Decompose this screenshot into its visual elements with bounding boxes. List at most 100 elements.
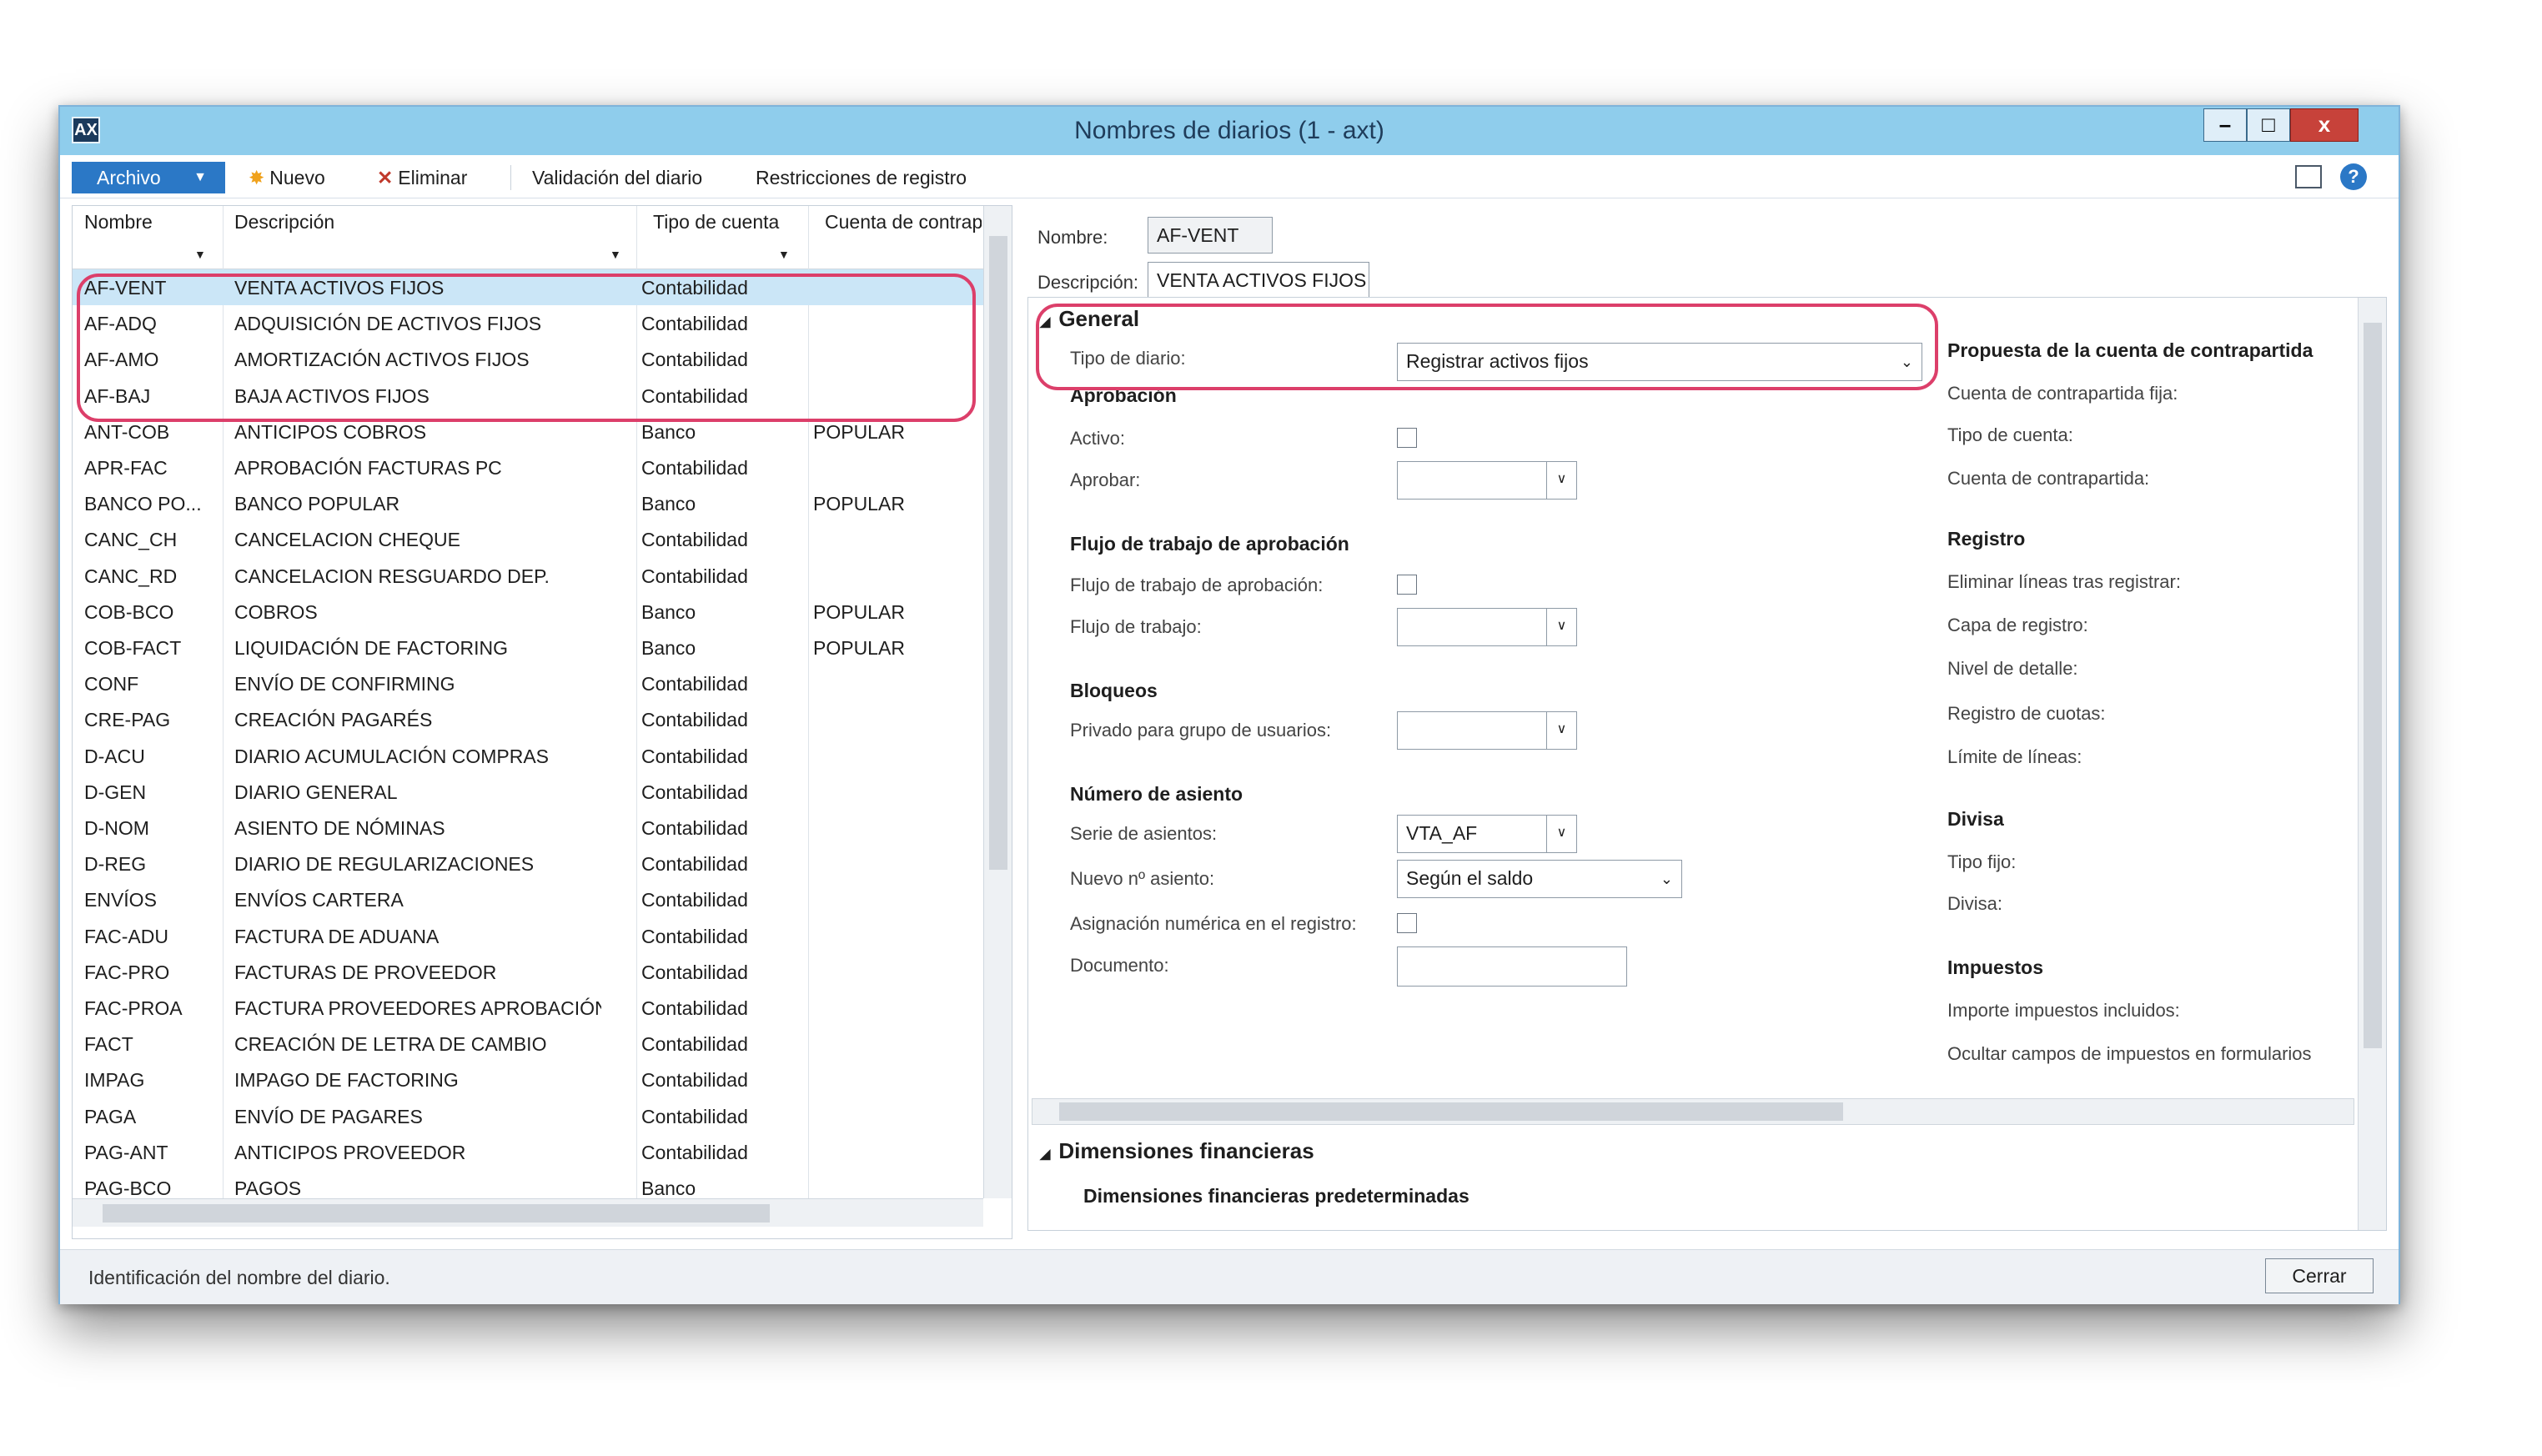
column-header-nombre[interactable]: Nombre: [84, 211, 218, 233]
column-header-cuenta-contrapartida[interactable]: Cuenta de contrapa: [825, 211, 982, 233]
cell-tipo-cuenta: Banco: [641, 637, 696, 659]
title-bar[interactable]: AX Nombres de diarios (1 - axt) – □ x: [60, 107, 2399, 155]
descripcion-field[interactable]: VENTA ACTIVOS FIJOS: [1148, 262, 1369, 299]
table-row[interactable]: CANC_CH CANCELACION CHEQUE Contabilidad: [73, 521, 983, 557]
column-header-tipo-cuenta[interactable]: Tipo de cuenta: [653, 211, 808, 233]
details-horizontal-scrollbar[interactable]: [1032, 1098, 2354, 1125]
table-row[interactable]: COB-BCO COBROS Banco POPULAR: [73, 594, 983, 630]
divisa-label: Divisa:: [1947, 893, 2003, 914]
table-row[interactable]: CONF ENVÍO DE CONFIRMING Contabilidad: [73, 665, 983, 701]
cell-tipo-cuenta: Contabilidad: [641, 781, 748, 803]
cell-tipo-cuenta: Contabilidad: [641, 889, 748, 911]
numero-asiento-group-title: Número de asiento: [1070, 783, 1243, 805]
close-window-button[interactable]: x: [2290, 108, 2359, 142]
cell-descripcion: CANCELACION CHEQUE: [234, 529, 460, 551]
flujo-trabajo-label: Flujo de trabajo:: [1070, 616, 1202, 637]
cell-descripcion: ANTICIPOS PROVEEDOR: [234, 1141, 466, 1163]
dimensiones-section-toggle[interactable]: ◢ Dimensiones financieras: [1040, 1138, 1314, 1164]
scrollbar-thumb[interactable]: [1059, 1102, 1843, 1121]
close-button[interactable]: Cerrar: [2265, 1258, 2374, 1293]
view-layout-icon[interactable]: [2295, 165, 2322, 188]
table-row[interactable]: FAC-PRO FACTURAS DE PROVEEDOR Contabilidad: [73, 954, 983, 990]
nuevo-asiento-label: Nuevo nº asiento:: [1070, 868, 1215, 889]
posting-restrictions-button[interactable]: Restricciones de registro: [756, 167, 967, 189]
nombre-field[interactable]: AF-VENT: [1148, 217, 1273, 254]
table-row[interactable]: D-GEN DIARIO GENERAL Contabilidad: [73, 774, 983, 810]
new-button[interactable]: ✸ Nuevo: [249, 167, 325, 189]
serie-value: VTA_AF: [1406, 822, 1478, 844]
cell-tipo-cuenta: Contabilidad: [641, 925, 748, 947]
chevron-down-icon: ∨: [1546, 462, 1576, 499]
bloqueos-group-title: Bloqueos: [1070, 680, 1158, 701]
scrollbar-thumb[interactable]: [103, 1204, 770, 1223]
table-row[interactable]: BANCO PO... BANCO POPULAR Banco POPULAR: [73, 485, 983, 521]
table-row[interactable]: CRE-PAG CREACIÓN PAGARÉS Contabilidad: [73, 701, 983, 737]
journal-validation-button[interactable]: Validación del diario: [532, 167, 702, 189]
table-row[interactable]: D-REG DIARIO DE REGULARIZACIONES Contabili…: [73, 846, 983, 881]
table-row[interactable]: IMPAG IMPAGO DE FACTORING Contabilidad: [73, 1062, 983, 1097]
dimensiones-predeterminadas-title: Dimensiones financieras predeterminadas: [1083, 1185, 1469, 1207]
cell-nombre: PAG-BCO: [84, 1177, 172, 1199]
filter-dropdown-icon[interactable]: ▼: [778, 248, 790, 261]
minimize-button[interactable]: –: [2203, 108, 2247, 142]
serie-dropdown[interactable]: VTA_AF ∨: [1397, 815, 1577, 853]
table-row[interactable]: FACT CREACIÓN DE LETRA DE CAMBIO Contabili…: [73, 1026, 983, 1062]
cell-nombre: CANC_CH: [84, 529, 178, 551]
nuevo-asiento-dropdown[interactable]: Según el saldo ⌄: [1397, 860, 1682, 898]
filter-dropdown-icon[interactable]: ▼: [194, 248, 206, 261]
sparkle-new-icon: ✸: [249, 167, 265, 188]
grid-horizontal-scrollbar[interactable]: [73, 1198, 983, 1227]
table-row[interactable]: PAG-ANT ANTICIPOS PROVEEDOR Contabilidad: [73, 1134, 983, 1170]
flujo-aprobacion-checkbox[interactable]: [1397, 575, 1417, 595]
table-row[interactable]: D-ACU DIARIO ACUMULACIÓN COMPRAS Contabili…: [73, 738, 983, 774]
cell-tipo-cuenta: Contabilidad: [641, 745, 748, 767]
cell-tipo-cuenta: Contabilidad: [641, 673, 748, 695]
new-label: Nuevo: [269, 167, 325, 188]
table-row[interactable]: CANC_RD CANCELACION RESGUARDO DEP. Contabi…: [73, 558, 983, 594]
scrollbar-thumb[interactable]: [2364, 323, 2382, 1048]
help-icon[interactable]: ?: [2340, 163, 2367, 190]
flujo-trabajo-dropdown[interactable]: ∨: [1397, 608, 1577, 646]
table-row[interactable]: PAGA ENVÍO DE PAGARES Contabilidad: [73, 1098, 983, 1134]
cell-descripcion: CREACIÓN DE LETRA DE CAMBIO: [234, 1033, 547, 1056]
privado-dropdown[interactable]: ∨: [1397, 711, 1577, 750]
column-header-descripcion[interactable]: Descripción: [234, 211, 601, 233]
documento-field[interactable]: [1397, 946, 1627, 987]
activo-checkbox[interactable]: [1397, 428, 1417, 448]
cell-nombre: CRE-PAG: [84, 709, 171, 731]
filter-dropdown-icon[interactable]: ▼: [610, 248, 621, 261]
grid-vertical-scrollbar[interactable]: [983, 206, 1012, 1198]
details-fasttabs: ◢ General Tipo de diario: Registrar activ…: [1027, 297, 2387, 1231]
cell-tipo-cuenta: Contabilidad: [641, 961, 748, 983]
table-row[interactable]: D-NOM ASIENTO DE NÓMINAS Contabilidad: [73, 810, 983, 846]
details-vertical-scrollbar[interactable]: [2358, 298, 2386, 1230]
asignacion-checkbox[interactable]: [1397, 913, 1417, 933]
chevron-down-icon: ∨: [1546, 712, 1576, 749]
cuenta-fija-label: Cuenta de contrapartida fija:: [1947, 383, 2178, 404]
scrollbar-thumb[interactable]: [989, 236, 1007, 870]
limite-lineas-label: Límite de líneas:: [1947, 746, 2082, 767]
table-row[interactable]: FAC-ADU FACTURA DE ADUANA Contabilidad: [73, 918, 983, 954]
aprobar-dropdown[interactable]: ∨: [1397, 461, 1577, 500]
cell-descripcion: APROBACIÓN FACTURAS PC: [234, 457, 502, 479]
archivo-menu-button[interactable]: Archivo ▼: [72, 162, 225, 193]
cell-descripcion: CANCELACION RESGUARDO DEP.: [234, 565, 550, 587]
cell-tipo-cuenta: Contabilidad: [641, 709, 748, 731]
table-row[interactable]: ENVÍOS ENVÍOS CARTERA Contabilidad: [73, 881, 983, 917]
nivel-detalle-label: Nivel de detalle:: [1947, 658, 2078, 679]
cell-nombre: BANCO PO...: [84, 493, 202, 515]
delete-button[interactable]: ✕ Eliminar: [377, 167, 467, 189]
journal-names-window: AX Nombres de diarios (1 - axt) – □ x Ar…: [58, 105, 2400, 1304]
cell-tipo-cuenta: Contabilidad: [641, 457, 748, 479]
table-row[interactable]: COB-FACT LIQUIDACIÓN DE FACTORING Banco POP…: [73, 630, 983, 665]
capa-registro-label: Capa de registro:: [1947, 615, 2088, 635]
maximize-button[interactable]: □: [2247, 108, 2290, 142]
cell-tipo-cuenta: Banco: [641, 493, 696, 515]
cell-cuenta-contrapartida: POPULAR: [813, 600, 905, 623]
cell-nombre: FAC-PRO: [84, 961, 170, 983]
cell-descripcion: DIARIO DE REGULARIZACIONES: [234, 853, 535, 876]
table-row[interactable]: APR-FAC APROBACIÓN FACTURAS PC Contabilida…: [73, 449, 983, 485]
table-row[interactable]: FAC-PROA FACTURA PROVEEDORES APROBACIÓN Co…: [73, 990, 983, 1026]
cell-descripcion: LIQUIDACIÓN DE FACTORING: [234, 637, 509, 659]
cell-tipo-cuenta: Contabilidad: [641, 817, 748, 839]
